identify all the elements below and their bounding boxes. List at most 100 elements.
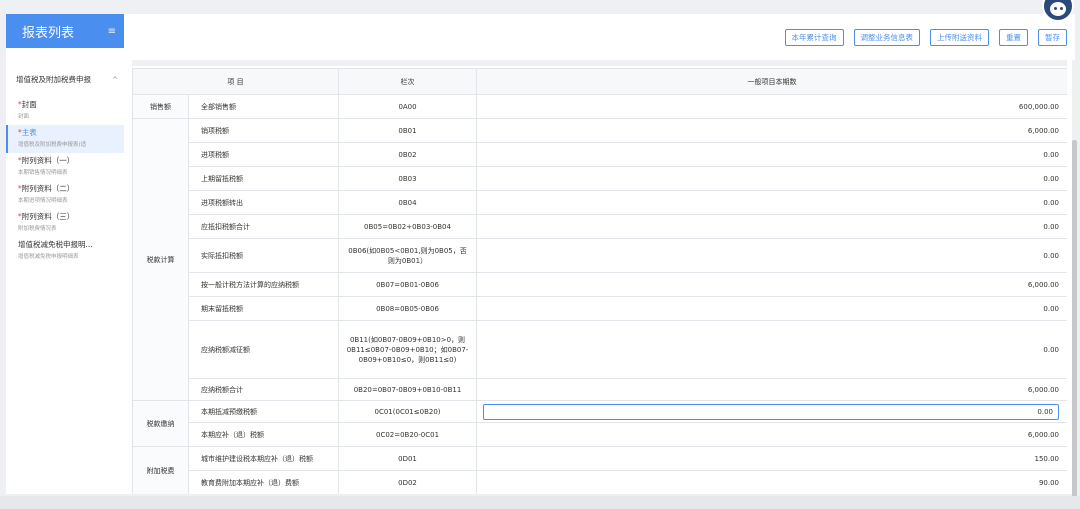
avatar-face-icon bbox=[1050, 2, 1066, 16]
item-cell: 应纳税额减征额 bbox=[187, 320, 340, 379]
item-cell: 销项税额 bbox=[187, 118, 340, 143]
table-row: 附加税费 城市维护建设税本期应补（退）税额 0D01 150.00 bbox=[132, 446, 1067, 494]
line-code-cell: 0B05=0B02+0B03-0B04 bbox=[338, 214, 478, 239]
bottom-strip bbox=[0, 496, 1080, 509]
line-code-cell: 0B02 bbox=[338, 142, 478, 167]
amount-cell: 0.00 bbox=[476, 142, 1067, 167]
sidebar-item-subtitle: 增值税减免税申报明细表 bbox=[18, 254, 79, 260]
sidebar-item-subtitle: 本期进项情况明细表 bbox=[18, 198, 68, 204]
sidebar-item-title: 附列资料（一） bbox=[21, 156, 75, 165]
report-table-container: 项 目 栏次 一般项目本期数 销售额 全部销售额 0A00 600,000.00… bbox=[132, 68, 1067, 494]
scrollbar-thumb[interactable] bbox=[1072, 140, 1077, 509]
sidebar-item-schedule-1[interactable]: *附列资料（一） 本期销售情况明细表 bbox=[6, 153, 124, 181]
amount-cell: 0.00 bbox=[476, 214, 1067, 239]
amount-cell: 6,000.00 bbox=[476, 118, 1067, 143]
sidebar-item-cover[interactable]: *封面 封面 bbox=[6, 97, 124, 125]
table-row: 期末留抵税额 0B08=0B05-0B06 0.00 bbox=[133, 296, 1067, 321]
table-row: 应纳税额减征额 0B11(如0B07-0B09+0B10>0，则0B11≤0B0… bbox=[133, 320, 1067, 379]
item-cell: 上期留抵税额 bbox=[187, 166, 340, 191]
item-cell: 本期抵减预缴税额 bbox=[187, 400, 340, 423]
annual-cumulative-query-button[interactable]: 本年累计查询 bbox=[784, 28, 844, 46]
item-cell: 本期应补（退）税额 bbox=[187, 422, 340, 447]
table-row: 实际抵扣税额 0B06(如0B05<0B01,则为0B05，否则为0B01） 0… bbox=[133, 238, 1067, 273]
table-row: 进项税额转出 0B04 0.00 bbox=[133, 190, 1067, 215]
amount-cell: 6,000.00 bbox=[476, 378, 1067, 401]
table-row: 教育费附加本期应补（退）费额 0D02 90.00 bbox=[133, 470, 1067, 494]
main-panel: 本年累计查询 调整业务信息表 上传附送资料 重置 暂存 项 目 栏次 一般项目本… bbox=[124, 14, 1075, 494]
sidebar-item-schedule-2[interactable]: *附列资料（二） 本期进项情况明细表 bbox=[6, 181, 124, 209]
menu-icon[interactable]: ≡ bbox=[108, 26, 116, 37]
upload-attachments-button[interactable]: 上传附送资料 bbox=[930, 28, 989, 46]
toolbar-divider bbox=[132, 60, 1067, 66]
line-code-cell: 0D02 bbox=[338, 470, 478, 494]
sidebar-item-title: 增值税减免税申报明... bbox=[18, 240, 93, 249]
prepaid-deduction-input[interactable]: 0.00 bbox=[483, 403, 1060, 420]
toolbar: 本年累计查询 调整业务信息表 上传附送资料 重置 暂存 bbox=[124, 14, 1075, 60]
sidebar-item-schedule-3[interactable]: *附列资料（三） 附加税费情况表 bbox=[6, 209, 124, 237]
line-code-cell: 0B07=0B01-0B06 bbox=[338, 272, 478, 297]
sidebar-header: 报表列表 ≡ bbox=[6, 14, 124, 48]
adjust-business-info-button[interactable]: 调整业务信息表 bbox=[853, 28, 920, 46]
amount-cell-editable: 0.00 bbox=[476, 400, 1067, 423]
amount-cell: 6,000.00 bbox=[476, 272, 1067, 297]
vat-report-table: 项 目 栏次 一般项目本期数 销售额 全部销售额 0A00 600,000.00… bbox=[132, 68, 1067, 494]
table-row: 应纳税额合计 0B20=0B07-0B09+0B10-0B11 6,000.00 bbox=[133, 378, 1067, 401]
item-cell: 进项税额转出 bbox=[187, 190, 340, 215]
avatar-eye-icon bbox=[1054, 7, 1057, 10]
category-cell: 销售额 bbox=[132, 94, 189, 119]
amount-cell: 0.00 bbox=[476, 190, 1067, 215]
amount-cell: 0.00 bbox=[476, 238, 1067, 273]
line-code-cell: 0B20=0B07-0B09+0B10-0B11 bbox=[338, 378, 478, 401]
item-cell: 期末留抵税额 bbox=[187, 296, 340, 321]
item-cell: 应抵扣税额合计 bbox=[187, 214, 340, 239]
header-item: 项 目 bbox=[132, 68, 340, 95]
table-row: 税款缴纳 本期抵减预缴税额 0C01(0C01≤0B20) 0.00 bbox=[132, 400, 1067, 447]
sidebar-item-title: 附列资料（三） bbox=[21, 212, 75, 221]
line-code-cell: 0D01 bbox=[338, 446, 478, 471]
header-current-amount: 一般项目本期数 bbox=[476, 68, 1067, 95]
line-code-cell: 0B08=0B05-0B06 bbox=[338, 296, 478, 321]
chevron-up-icon[interactable]: ^ bbox=[112, 76, 118, 84]
save-draft-button[interactable]: 暂存 bbox=[1038, 28, 1067, 46]
vertical-scrollbar[interactable] bbox=[1072, 60, 1077, 509]
item-cell: 全部销售额 bbox=[187, 94, 340, 119]
sidebar-item-tax-relief[interactable]: 增值税减免税申报明... 增值税减免税申报明细表 bbox=[6, 237, 124, 265]
avatar-eye-icon bbox=[1060, 7, 1063, 10]
amount-cell: 0.00 bbox=[476, 296, 1067, 321]
category-cell: 税款计算 bbox=[132, 118, 189, 401]
sidebar-item-title: 封面 bbox=[21, 100, 37, 109]
report-group-label: 增值税及附加税费申报 bbox=[16, 75, 91, 84]
header-line-no: 栏次 bbox=[338, 68, 478, 95]
table-row: 上期留抵税额 0B03 0.00 bbox=[133, 166, 1067, 191]
reset-button[interactable]: 重置 bbox=[999, 28, 1028, 46]
table-row: 本期应补（退）税额 0C02=0B20-0C01 6,000.00 bbox=[133, 422, 1067, 447]
sidebar-item-title: 附列资料（二） bbox=[21, 184, 75, 193]
amount-cell: 90.00 bbox=[476, 470, 1067, 494]
sidebar-item-title: 主表 bbox=[21, 128, 37, 137]
category-cell: 附加税费 bbox=[132, 446, 189, 494]
table-row: 销售额 全部销售额 0A00 600,000.00 bbox=[132, 94, 1067, 119]
report-group[interactable]: 增值税及附加税费申报 ^ bbox=[6, 74, 124, 85]
sidebar-item-main-table[interactable]: *主表 增值税及附加税费申报表(适 bbox=[6, 125, 124, 153]
table-row: 税款计算 销项税额 0B01 6,000.00 bbox=[132, 118, 1067, 401]
item-cell: 应纳税额合计 bbox=[187, 378, 340, 401]
line-code-cell: 0C02=0B20-0C01 bbox=[338, 422, 478, 447]
line-code-cell: 0B11(如0B07-0B09+0B10>0，则0B11≤0B07-0B09+0… bbox=[338, 320, 478, 379]
amount-cell: 0.00 bbox=[476, 320, 1067, 379]
report-nav: *封面 封面 *主表 增值税及附加税费申报表(适 *附列资料（一） 本期销售情况… bbox=[6, 97, 124, 265]
table-row: 应抵扣税额合计 0B05=0B02+0B03-0B04 0.00 bbox=[133, 214, 1067, 239]
line-code-cell: 0C01(0C01≤0B20) bbox=[338, 400, 478, 423]
line-code-cell: 0B04 bbox=[338, 190, 478, 215]
item-cell: 城市维护建设税本期应补（退）税额 bbox=[187, 446, 340, 471]
top-strip bbox=[0, 0, 1080, 8]
category-cell: 税款缴纳 bbox=[132, 400, 189, 447]
amount-cell: 600,000.00 bbox=[476, 94, 1067, 119]
line-code-cell: 0B01 bbox=[338, 118, 478, 143]
sidebar-item-subtitle: 本期销售情况明细表 bbox=[18, 170, 68, 176]
table-row: 按一般计税方法计算的应纳税额 0B07=0B01-0B06 6,000.00 bbox=[133, 272, 1067, 297]
line-code-cell: 0B03 bbox=[338, 166, 478, 191]
item-cell: 进项税额 bbox=[187, 142, 340, 167]
item-cell: 按一般计税方法计算的应纳税额 bbox=[187, 272, 340, 297]
report-list-sidebar: 报表列表 ≡ 增值税及附加税费申报 ^ *封面 封面 *主表 增值税及附加税费申… bbox=[6, 14, 124, 494]
sidebar-title: 报表列表 bbox=[22, 25, 75, 41]
